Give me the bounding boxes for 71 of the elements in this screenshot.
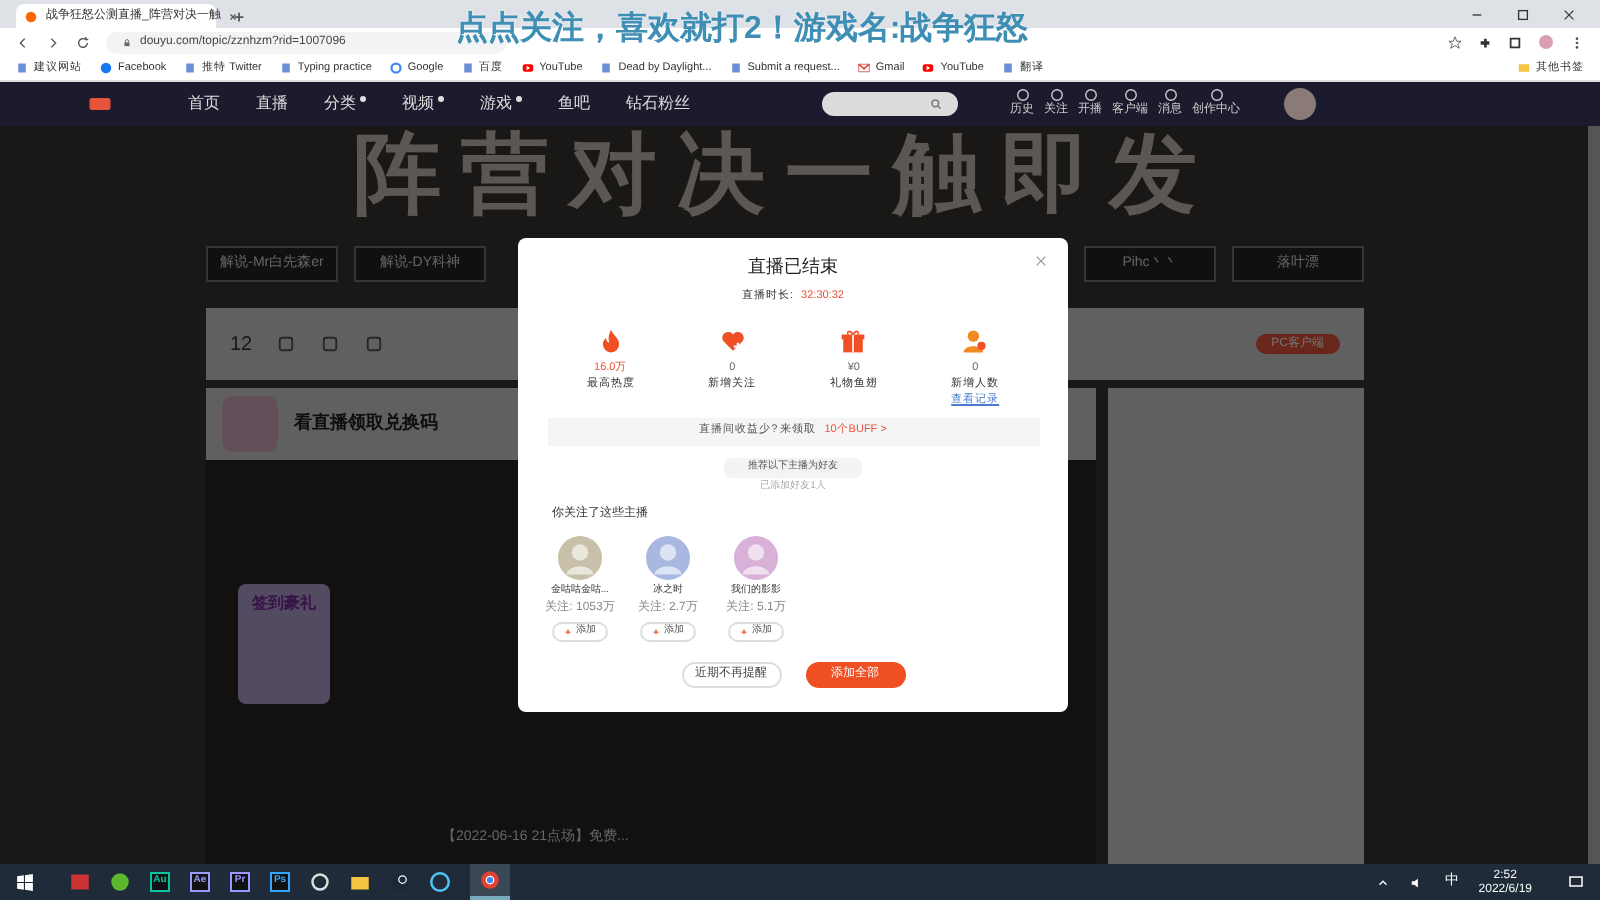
nav-action-icon[interactable]	[1083, 88, 1097, 102]
close-icon[interactable]	[228, 11, 239, 21]
bookmark-icon[interactable]	[729, 62, 742, 74]
nav-link[interactable]: 鱼吧	[558, 92, 590, 116]
dropdown-caret-icon[interactable]	[360, 96, 366, 102]
toolbar-icon[interactable]	[320, 334, 341, 354]
streamer-avatar	[734, 536, 778, 580]
room-title: 看直播领取兑换码	[294, 410, 438, 437]
nav-link[interactable]: 分类	[324, 92, 356, 116]
bookmark-icon[interactable]	[600, 62, 613, 74]
nav-link[interactable]: 钻石粉丝	[626, 92, 690, 116]
folder-icon	[1518, 62, 1530, 74]
point-count: 12	[230, 331, 253, 359]
toolbar-icon[interactable]	[364, 334, 385, 354]
sidebar-icon[interactable]	[1508, 35, 1522, 49]
close-icon[interactable]	[1562, 8, 1576, 22]
fire-icon	[597, 327, 624, 354]
dropdown-caret-icon[interactable]	[438, 96, 444, 102]
nav-action-icon[interactable]	[1123, 88, 1137, 102]
bookmark-icon[interactable]	[100, 62, 112, 74]
browser-icon	[480, 870, 500, 890]
site-icon	[24, 9, 38, 23]
star-icon[interactable]	[1448, 35, 1462, 49]
back-icon[interactable]	[16, 35, 30, 49]
maximize-icon[interactable]	[1516, 8, 1530, 22]
streamer-avatar	[558, 536, 602, 580]
person-icon	[962, 327, 989, 354]
dialog-title: 直播已结束	[748, 254, 838, 280]
signin-title: 签到豪礼	[252, 592, 316, 616]
nav-link[interactable]: 直播	[256, 92, 288, 116]
notification-icon[interactable]	[1568, 874, 1584, 890]
bookmark-icon[interactable]	[1001, 62, 1014, 74]
streamer-avatar	[646, 536, 690, 580]
search-icon[interactable]	[930, 98, 942, 110]
bookmark-icon[interactable]	[922, 62, 935, 74]
caret-icon[interactable]	[1376, 875, 1391, 889]
search-field[interactable]	[822, 92, 958, 116]
nav-action-icon[interactable]	[1049, 88, 1063, 102]
app-icon[interactable]	[310, 872, 330, 892]
minimize-icon[interactable]	[1470, 8, 1484, 22]
nav-link[interactable]: 首页	[188, 92, 220, 116]
bookmark-icon[interactable]	[279, 62, 292, 74]
toolbar-icon[interactable]	[276, 334, 297, 354]
heart-icon	[719, 327, 746, 354]
browser-taskbar-button[interactable]	[470, 864, 510, 900]
bookmark-icon[interactable]	[521, 62, 534, 74]
nav-link[interactable]: 游戏	[480, 92, 512, 116]
bookmark-icon[interactable]	[857, 62, 870, 74]
forward-icon[interactable]	[46, 35, 60, 49]
folder-icon[interactable]	[350, 872, 370, 892]
bookmark-icon[interactable]	[16, 62, 28, 74]
reload-icon[interactable]	[76, 35, 90, 49]
lock-icon	[122, 37, 132, 47]
user-avatar[interactable]	[1284, 88, 1316, 120]
bookmark-icon[interactable]	[184, 62, 197, 74]
bookmark-icon[interactable]	[461, 62, 474, 74]
plus-icon	[564, 627, 572, 635]
gift-icon	[840, 327, 867, 354]
dropdown-caret-icon[interactable]	[516, 96, 522, 102]
hero-title: 阵营对决一触即发	[353, 132, 1217, 220]
nav-action-icon[interactable]	[1163, 88, 1177, 102]
extension-icon[interactable]	[1478, 35, 1492, 49]
nav-link[interactable]: 视频	[402, 92, 434, 116]
nav-action-icon[interactable]	[1209, 88, 1223, 102]
nav-action-icon[interactable]	[1015, 88, 1029, 102]
bookmark-icon[interactable]	[389, 62, 402, 74]
plus-icon	[652, 627, 660, 635]
new-tab-icon[interactable]	[232, 10, 246, 24]
plus-icon	[740, 627, 748, 635]
menu-icon[interactable]	[1570, 35, 1584, 49]
start-icon[interactable]	[16, 873, 34, 891]
